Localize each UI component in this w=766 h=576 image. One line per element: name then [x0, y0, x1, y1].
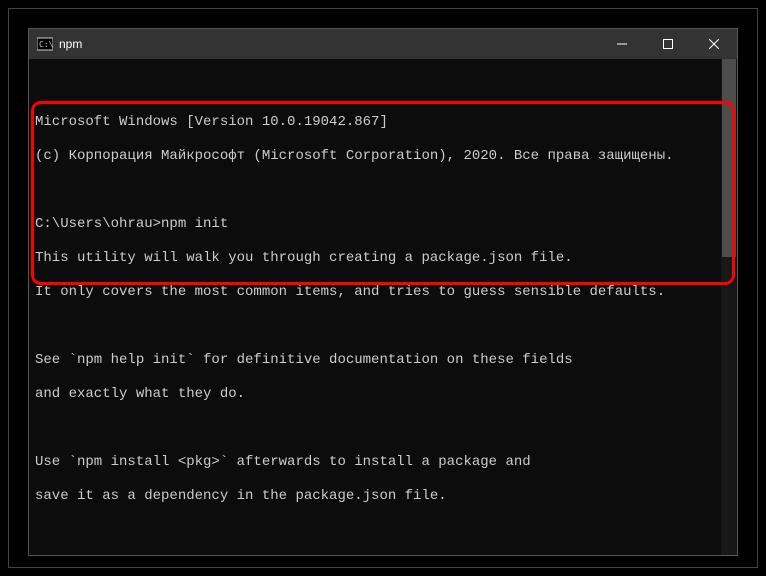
header-line: Microsoft Windows [Version 10.0.19042.86… [35, 114, 731, 131]
output-line: It only covers the most common items, an… [35, 284, 731, 301]
header-line: (c) Корпорация Майкрософт (Microsoft Cor… [35, 148, 731, 165]
output-line: save it as a dependency in the package.j… [35, 488, 731, 505]
cmd-icon: C:\ [37, 36, 53, 52]
output-line [35, 420, 731, 437]
window-title: npm [59, 37, 82, 51]
prompt-line: C:\Users\ohrau>npm init [35, 216, 731, 233]
minimize-button[interactable] [599, 29, 645, 59]
maximize-button[interactable] [645, 29, 691, 59]
terminal-window: C:\ npm Microsoft Windows [Version 10.0.… [28, 28, 738, 556]
terminal-body[interactable]: Microsoft Windows [Version 10.0.19042.86… [29, 59, 737, 555]
header-line [35, 182, 731, 199]
output-line [35, 318, 731, 335]
output-line: This utility will walk you through creat… [35, 250, 731, 267]
terminal-text: Microsoft Windows [Version 10.0.19042.86… [35, 97, 731, 555]
output-line [35, 522, 731, 539]
output-line: See `npm help init` for definitive docum… [35, 352, 731, 369]
titlebar[interactable]: C:\ npm [29, 29, 737, 59]
svg-text:C:\: C:\ [39, 40, 53, 49]
output-line: and exactly what they do. [35, 386, 731, 403]
output-line: Use `npm install <pkg>` afterwards to in… [35, 454, 731, 471]
close-button[interactable] [691, 29, 737, 59]
